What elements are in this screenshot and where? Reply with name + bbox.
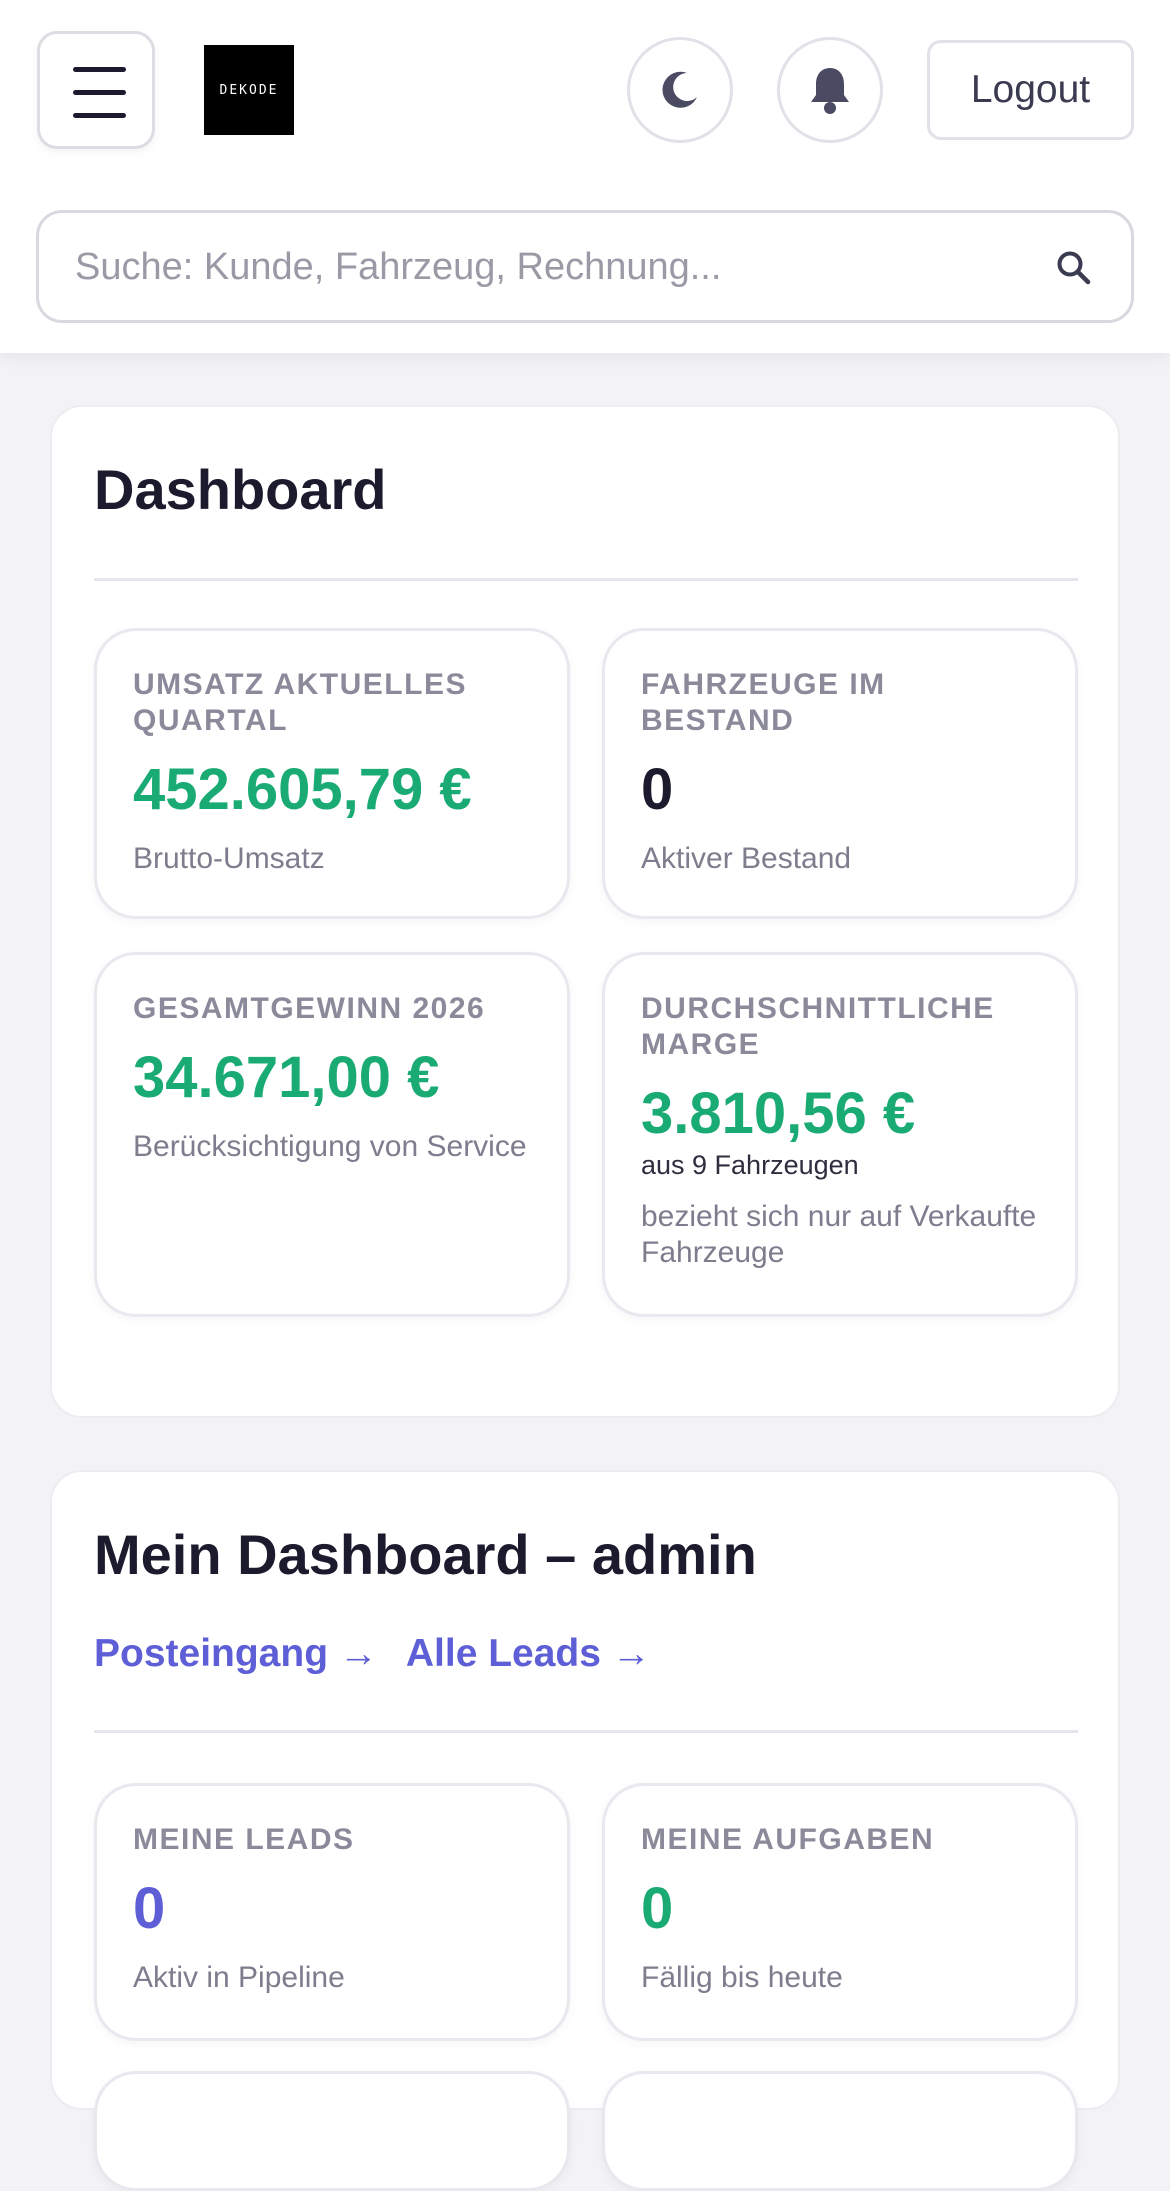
quick-links: Posteingang → Alle Leads → bbox=[94, 1632, 651, 1676]
stat-card-average-margin: DURCHSCHNITTLICHE MARGE 3.810,56 € aus 9… bbox=[602, 952, 1078, 1317]
stat-description: bezieht sich nur auf Verkaufte Fahrzeuge bbox=[641, 1200, 1037, 1269]
stat-value: 3.810,56 € bbox=[641, 1081, 916, 1146]
stat-label: GESAMTGEWINN 2026 bbox=[133, 992, 486, 1025]
stat-card-my-tasks: MEINE AUFGABEN 0 Fällig bis heute bbox=[602, 1783, 1078, 2041]
section-title: Mein Dashboard – admin bbox=[94, 1523, 757, 1586]
stat-card-partial bbox=[602, 2071, 1078, 2191]
stat-card-my-leads: MEINE LEADS 0 Aktiv in Pipeline bbox=[94, 1783, 570, 2041]
stat-label: MEINE LEADS bbox=[133, 1823, 355, 1856]
theme-toggle-button[interactable] bbox=[627, 37, 733, 143]
page-title: Dashboard bbox=[94, 458, 387, 521]
search-bar[interactable] bbox=[36, 210, 1134, 323]
logo[interactable]: DEKODE bbox=[204, 45, 294, 135]
stat-card-inventory: FAHRZEUGE IM BESTAND 0 Aktiver Bestand bbox=[602, 628, 1078, 919]
stat-description: Brutto-Umsatz bbox=[133, 842, 325, 875]
bell-icon bbox=[811, 68, 849, 114]
stat-label: FAHRZEUGE IM BESTAND bbox=[641, 668, 886, 737]
stat-label: MEINE AUFGABEN bbox=[641, 1823, 935, 1856]
stat-note: aus 9 Fahrzeugen bbox=[641, 1150, 859, 1180]
stat-description: Aktiv in Pipeline bbox=[133, 1961, 345, 1994]
stat-value: 0 bbox=[641, 1876, 674, 1941]
hamburger-menu-icon bbox=[73, 67, 126, 72]
dashboard-card: Dashboard UMSATZ AKTUELLES QUARTAL 452.6… bbox=[50, 405, 1120, 1418]
search-input[interactable] bbox=[75, 235, 1035, 299]
stat-description: Berücksichtigung von Service bbox=[133, 1130, 527, 1163]
menu-button[interactable] bbox=[37, 31, 155, 149]
stat-card-total-profit: GESAMTGEWINN 2026 34.671,00 € Berücksich… bbox=[94, 952, 570, 1317]
stat-value: 0 bbox=[641, 757, 674, 822]
all-leads-link[interactable]: Alle Leads → bbox=[406, 1632, 651, 1676]
stat-value: 34.671,00 € bbox=[133, 1045, 440, 1110]
stat-card-revenue: UMSATZ AKTUELLES QUARTAL 452.605,79 € Br… bbox=[94, 628, 570, 919]
stat-label: DURCHSCHNITTLICHE MARGE bbox=[641, 992, 995, 1061]
stat-description: Aktiver Bestand bbox=[641, 842, 852, 875]
stat-value: 0 bbox=[133, 1876, 166, 1941]
notifications-button[interactable] bbox=[777, 37, 883, 143]
stat-description: Fällig bis heute bbox=[641, 1961, 843, 1994]
stat-label: UMSATZ AKTUELLES QUARTAL bbox=[133, 668, 467, 737]
logout-button[interactable]: Logout bbox=[927, 40, 1134, 140]
my-dashboard-card: Mein Dashboard – admin Posteingang → All… bbox=[50, 1470, 1120, 2191]
stat-value: 452.605,79 € bbox=[133, 757, 472, 822]
search-icon[interactable] bbox=[1055, 249, 1091, 285]
divider bbox=[94, 1730, 1078, 1733]
top-bar: DEKODE Logout bbox=[0, 0, 1170, 353]
stat-card-partial bbox=[94, 2071, 570, 2191]
moon-icon bbox=[662, 71, 697, 108]
inbox-link[interactable]: Posteingang → bbox=[94, 1632, 378, 1676]
logo-text: DEKODE bbox=[219, 82, 279, 98]
divider bbox=[94, 578, 1078, 581]
